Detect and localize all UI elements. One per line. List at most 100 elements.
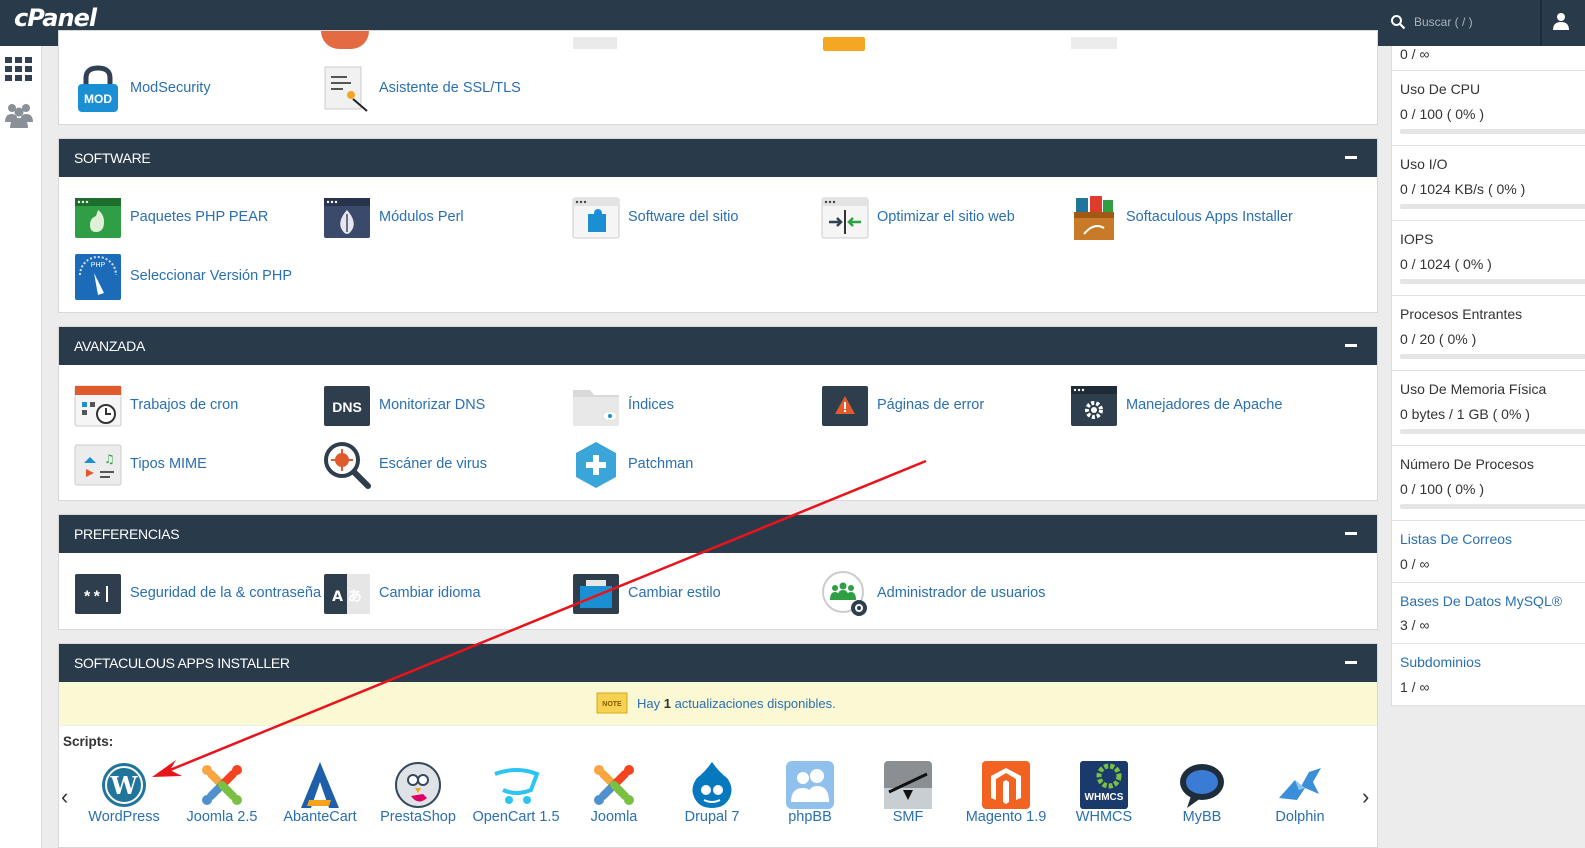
card-header: AVANZADA	[59, 327, 1377, 365]
script-label: Drupal 7	[684, 809, 740, 825]
indexes-link[interactable]: Índices	[572, 382, 802, 432]
stat-value: 0 / 100 ( 0% )	[1400, 106, 1485, 122]
scripts-carousel: ‹ W WordPress Joomla 2.5 AbanteCart Pres…	[59, 754, 1377, 834]
mod-lock-icon: MOD	[78, 65, 118, 112]
item-label: Tipos MIME	[130, 456, 207, 472]
modsecurity-link[interactable]: MOD ModSecurity	[74, 65, 304, 115]
updates-notice-text[interactable]: Hay 1 actualizaciones disponibles.	[637, 696, 836, 711]
script-dolphin[interactable]: Dolphin	[1251, 754, 1349, 830]
site-software-link[interactable]: Software del sitio	[572, 194, 802, 244]
carousel-next-button[interactable]: ›	[1362, 784, 1369, 810]
script-label: AbanteCart	[283, 809, 357, 825]
warning-page-icon	[822, 386, 868, 426]
stats-panel: 0 / ∞ Uso De CPU 0 / 100 ( 0% ) Uso I/O …	[1391, 46, 1585, 706]
patchman-link[interactable]: Patchman	[572, 441, 802, 491]
apps-grid-icon[interactable]	[4, 54, 34, 84]
stat-label: Procesos Entrantes	[1400, 306, 1523, 322]
stat-item: Uso De CPU 0 / 100 ( 0% )	[1392, 71, 1585, 146]
script-label: Dolphin	[1275, 809, 1325, 825]
ssl-wizard-link[interactable]: Asistente de SSL/TLS	[323, 65, 553, 115]
svg-text:W: W	[110, 771, 139, 800]
users-group-icon[interactable]	[4, 100, 34, 130]
script-mybb[interactable]: MyBB	[1153, 754, 1251, 830]
left-sidebar	[0, 46, 42, 848]
stat-link-mailing-lists[interactable]: Listas De Correos	[1400, 531, 1512, 547]
usage-bar	[1400, 504, 1585, 509]
user-icon[interactable]	[1552, 12, 1570, 30]
calendar-clock-icon	[74, 385, 122, 427]
collapse-icon[interactable]	[1345, 344, 1357, 347]
item-label: Seleccionar Versión PHP	[130, 268, 292, 284]
error-pages-link[interactable]: Páginas de error	[821, 382, 1051, 432]
dns-monitor-link[interactable]: DNS Monitorizar DNS	[323, 382, 553, 432]
php-pear-link[interactable]: Paquetes PHP PEAR	[74, 194, 304, 244]
user-manager-icon	[822, 571, 867, 616]
softaculous-link[interactable]: Softaculous Apps Installer	[1070, 194, 1330, 244]
compress-arrows-icon	[821, 197, 869, 239]
collapse-icon[interactable]	[1345, 532, 1357, 535]
script-wordpress[interactable]: W WordPress	[75, 754, 173, 830]
stat-link-subdomains[interactable]: Subdominios	[1400, 654, 1481, 670]
collapse-icon[interactable]	[1345, 156, 1357, 159]
script-drupal[interactable]: Drupal 7	[663, 754, 761, 830]
svg-text:♫: ♫	[104, 452, 115, 466]
search-box[interactable]	[1378, 0, 1540, 46]
php-gauge-icon: PHP	[75, 254, 121, 300]
card-header: SOFTWARE	[59, 139, 1377, 177]
usage-bar	[1400, 279, 1585, 284]
stat-label: Número De Procesos	[1400, 456, 1534, 472]
collapse-icon[interactable]	[1345, 661, 1357, 664]
stat-item: Número De Procesos 0 / 100 ( 0% )	[1392, 446, 1585, 521]
stat-item: Uso I/O 0 / 1024 KB/s ( 0% )	[1392, 146, 1585, 221]
script-label: PrestaShop	[380, 809, 456, 825]
change-language-link[interactable]: A あ Cambiar idioma	[323, 570, 553, 620]
dolphin-icon	[1279, 768, 1321, 800]
script-abantecart[interactable]: AbanteCart	[271, 754, 369, 830]
advanced-card: AVANZADA Trabajos de cron DNS Monitoriza…	[58, 326, 1378, 501]
partial-icon	[573, 37, 617, 49]
usage-bar	[1400, 429, 1585, 434]
stat-item: Bases De Datos MySQL® 3 / ∞	[1392, 583, 1585, 644]
cpanel-logo[interactable]: cPanel	[14, 4, 97, 32]
puzzle-piece-icon	[572, 197, 620, 239]
perl-modules-link[interactable]: Módulos Perl	[323, 194, 553, 244]
card-title: AVANZADA	[74, 338, 145, 354]
stat-label: Uso I/O	[1400, 156, 1448, 172]
smf-icon	[884, 761, 932, 809]
card-title: SOFTACULOUS APPS INSTALLER	[74, 655, 290, 671]
script-opencart[interactable]: OpenCart 1.5	[467, 754, 565, 830]
select-php-version-link[interactable]: PHP Seleccionar Versión PHP	[74, 253, 314, 303]
search-input[interactable]	[1414, 12, 1534, 32]
script-joomla[interactable]: Joomla	[565, 754, 663, 830]
user-manager-link[interactable]: Administrador de usuarios	[821, 570, 1071, 620]
virus-scanner-link[interactable]: Escáner de virus	[323, 441, 553, 491]
security-card: MOD ModSecurity Asistente de SSL/TLS	[58, 30, 1378, 125]
script-whmcs[interactable]: WHMCS WHMCS	[1055, 754, 1153, 830]
carousel-prev-button[interactable]: ‹	[61, 784, 68, 810]
script-magento[interactable]: Magento 1.9	[957, 754, 1055, 830]
script-phpbb[interactable]: phpBB	[761, 754, 859, 830]
drupal-icon	[692, 762, 732, 808]
wordpress-icon: W	[102, 763, 146, 807]
stat-item: Listas De Correos 0 / ∞	[1392, 521, 1585, 583]
item-label: Administrador de usuarios	[877, 585, 1046, 601]
stat-label: Uso De Memoria Física	[1400, 381, 1547, 397]
stat-value: 0 / ∞	[1400, 46, 1430, 62]
item-label: Seguridad de la & contraseña	[130, 585, 322, 601]
apache-handlers-link[interactable]: Manejadores de Apache	[1070, 382, 1320, 432]
stat-link-mysql-databases[interactable]: Bases De Datos MySQL®	[1400, 593, 1562, 609]
script-joomla-25[interactable]: Joomla 2.5	[173, 754, 271, 830]
password-security-link[interactable]: ** Seguridad de la & contraseña	[74, 570, 322, 620]
language-icon: A あ	[324, 574, 370, 614]
card-header: SOFTACULOUS APPS INSTALLER	[59, 644, 1377, 682]
certificate-wizard-icon	[324, 66, 368, 112]
script-prestashop[interactable]: PrestaShop	[369, 754, 467, 830]
optimize-website-link[interactable]: Optimizar el sitio web	[821, 194, 1061, 244]
script-smf[interactable]: SMF	[859, 754, 957, 830]
cron-jobs-link[interactable]: Trabajos de cron	[74, 382, 304, 432]
stat-item: 0 / ∞	[1392, 46, 1585, 71]
mime-types-link[interactable]: ♫ Tipos MIME	[74, 441, 304, 491]
change-style-link[interactable]: Cambiar estilo	[572, 570, 802, 620]
patchman-hexagon-icon	[576, 442, 616, 488]
mime-media-icon: ♫	[74, 444, 122, 486]
